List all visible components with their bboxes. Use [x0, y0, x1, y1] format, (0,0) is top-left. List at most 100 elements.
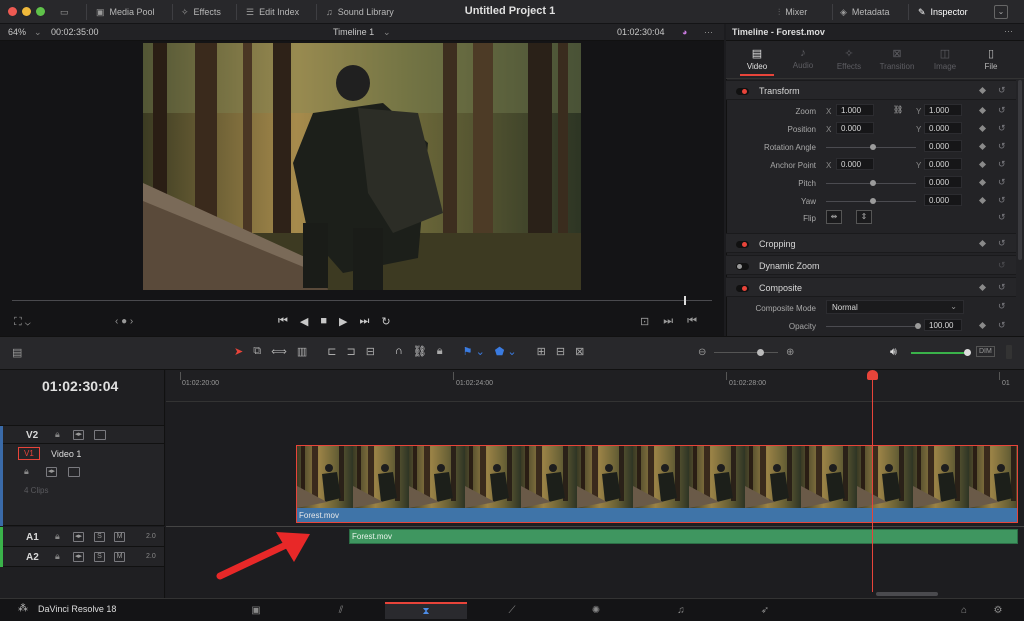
reset-icon[interactable]: ↺	[998, 177, 1006, 188]
loop-icon[interactable]: ↻	[381, 315, 390, 328]
selection-tool-icon[interactable]: ➤	[234, 345, 243, 358]
insert-clip-icon[interactable]: ⊏	[327, 345, 336, 358]
reset-icon[interactable]: ↺	[998, 212, 1006, 223]
volume-icon[interactable]: 🔊︎	[890, 346, 897, 359]
flip-vertical-icon[interactable]: ⇕	[856, 210, 872, 224]
play-icon[interactable]: ▶	[339, 315, 347, 328]
composite-mode-select[interactable]: Normal ⌄	[826, 300, 964, 314]
inspector-button[interactable]: ✎ Inspector	[918, 0, 968, 24]
dynamic-zoom-section[interactable]: Dynamic Zoom ↺	[726, 255, 1016, 275]
tab-image[interactable]: ◫ Image	[922, 47, 968, 71]
fusion-page-icon[interactable]: ⟋	[492, 602, 532, 619]
lock-icon[interactable]: 🔒︎	[55, 429, 60, 440]
zoom-out-icon[interactable]: ⊖	[698, 347, 706, 358]
viewer-zoom[interactable]: 64%	[8, 27, 26, 37]
mute-button[interactable]: M	[114, 552, 125, 562]
reset-icon[interactable]: ↺	[998, 123, 1006, 134]
keyframe-icon[interactable]	[978, 160, 987, 169]
track-visibility-icon[interactable]	[94, 430, 106, 440]
chevron-down-icon[interactable]: ⌄	[34, 27, 42, 38]
rotation-slider-knob[interactable]	[870, 144, 876, 150]
transform-section[interactable]: Transform ↺	[726, 80, 1016, 100]
metadata-button[interactable]: ◈ Metadata	[840, 0, 889, 24]
transform-toggle[interactable]	[736, 88, 749, 95]
tab-effects[interactable]: ✧ Effects	[826, 47, 872, 71]
overwrite-clip-icon[interactable]: ⊐	[346, 345, 355, 358]
auto-select-icon[interactable]: ◂▸	[73, 430, 84, 440]
trim-tool-icon[interactable]: ⧉	[253, 345, 261, 358]
cropping-toggle[interactable]	[736, 241, 749, 248]
media-pool-button[interactable]: ▣ Media Pool	[96, 0, 155, 24]
audio-clip[interactable]: Forest.mov	[349, 529, 1018, 544]
reset-icon[interactable]: ↺	[998, 195, 1006, 206]
pitch-slider-knob[interactable]	[870, 180, 876, 186]
auto-select-icon[interactable]: ◂▸	[73, 552, 84, 562]
mute-button[interactable]: M	[114, 532, 125, 542]
inspector-scrollbar[interactable]	[1018, 80, 1022, 260]
dim-button[interactable]: DIM	[976, 346, 995, 357]
match-frame-icon[interactable]: ⊡	[640, 315, 649, 328]
maximize-window-button[interactable]	[36, 7, 45, 16]
panel-toggle-icon[interactable]: ▭	[60, 0, 69, 24]
go-to-end-icon[interactable]: ⏭	[360, 315, 370, 328]
linked-selection-icon[interactable]: ⛓	[413, 345, 427, 358]
edit-index-button[interactable]: ☰ Edit Index	[246, 0, 299, 24]
close-window-button[interactable]	[8, 7, 17, 16]
deliver-page-icon[interactable]: ➶	[745, 602, 785, 619]
zoom-detail-icon[interactable]: ⊟	[556, 345, 565, 358]
tab-file[interactable]: ▯ File	[968, 47, 1014, 71]
yaw-slider-knob[interactable]	[870, 198, 876, 204]
opacity-field[interactable]: 100.00	[924, 319, 962, 331]
keyframe-icon[interactable]	[978, 239, 987, 248]
lock-icon[interactable]: 🔒︎	[55, 551, 60, 562]
position-x-field[interactable]: 0.000	[836, 122, 874, 134]
sound-library-button[interactable]: ♫ Sound Library	[326, 0, 394, 24]
play-reverse-icon[interactable]: ◀	[300, 315, 308, 328]
lock-icon[interactable]: 🔒︎	[24, 466, 29, 477]
timeline-ruler[interactable]: 01:02:20:00 01:02:24:00 01:02:28:00 01	[166, 370, 1024, 402]
flip-horizontal-icon[interactable]: ⇹	[826, 210, 842, 224]
zoom-in-icon[interactable]: ⊕	[786, 347, 794, 358]
opacity-slider-knob[interactable]	[915, 323, 921, 329]
timeline-zoom-slider[interactable]	[714, 352, 778, 353]
viewer-scrubber[interactable]	[12, 300, 712, 301]
more-options-icon[interactable]: ···	[704, 27, 713, 37]
opacity-slider[interactable]	[826, 326, 916, 327]
timeline-playhead-line[interactable]	[872, 378, 873, 592]
edit-page-icon[interactable]: ⧗	[385, 602, 467, 619]
safe-area-icon[interactable]: ⛶ ⌄	[14, 316, 31, 329]
workspace-dropdown-icon[interactable]: ⌄	[994, 5, 1008, 19]
minimize-window-button[interactable]	[22, 7, 31, 16]
effects-button[interactable]: ✧ Effects	[181, 0, 221, 24]
replace-clip-icon[interactable]: ⊟	[366, 345, 375, 358]
anchor-y-field[interactable]: 0.000	[924, 158, 962, 170]
scrubber-playhead[interactable]	[684, 296, 686, 305]
keyframe-icon[interactable]	[978, 86, 987, 95]
cut-page-icon[interactable]: ⫽	[321, 602, 361, 619]
rotation-field[interactable]: 0.000	[924, 140, 962, 152]
zoom-x-field[interactable]: 1.000	[836, 104, 874, 116]
reset-icon[interactable]: ↺	[998, 159, 1006, 170]
cropping-section[interactable]: Cropping ↺	[726, 233, 1016, 253]
anchor-x-field[interactable]: 0.000	[836, 158, 874, 170]
keyframe-icon[interactable]	[978, 124, 987, 133]
solo-button[interactable]: S	[94, 532, 105, 542]
reset-icon[interactable]: ↺	[998, 260, 1006, 271]
stop-icon[interactable]: ■	[320, 315, 327, 328]
zoom-y-field[interactable]: 1.000	[924, 104, 962, 116]
keyframe-icon[interactable]	[978, 321, 987, 330]
color-palette-icon[interactable]: ◕	[682, 27, 687, 37]
keyframe-icon[interactable]	[978, 196, 987, 205]
timeline-view-options-icon[interactable]: ▤	[12, 346, 22, 359]
keyframe-icon[interactable]	[978, 178, 987, 187]
reset-icon[interactable]: ↺	[998, 105, 1006, 116]
dynamic-trim-icon[interactable]: ⟺	[271, 345, 287, 358]
reset-icon[interactable]: ↺	[998, 320, 1006, 331]
reset-icon[interactable]: ↺	[998, 282, 1006, 293]
track-visibility-icon[interactable]	[68, 467, 80, 477]
settings-gear-icon[interactable]: ⚙	[978, 602, 1018, 619]
zoom-full-icon[interactable]: ⊞	[537, 345, 546, 358]
prev-clip-icon[interactable]: ⏮	[687, 315, 697, 328]
composite-toggle[interactable]	[736, 285, 749, 292]
solo-button[interactable]: S	[94, 552, 105, 562]
